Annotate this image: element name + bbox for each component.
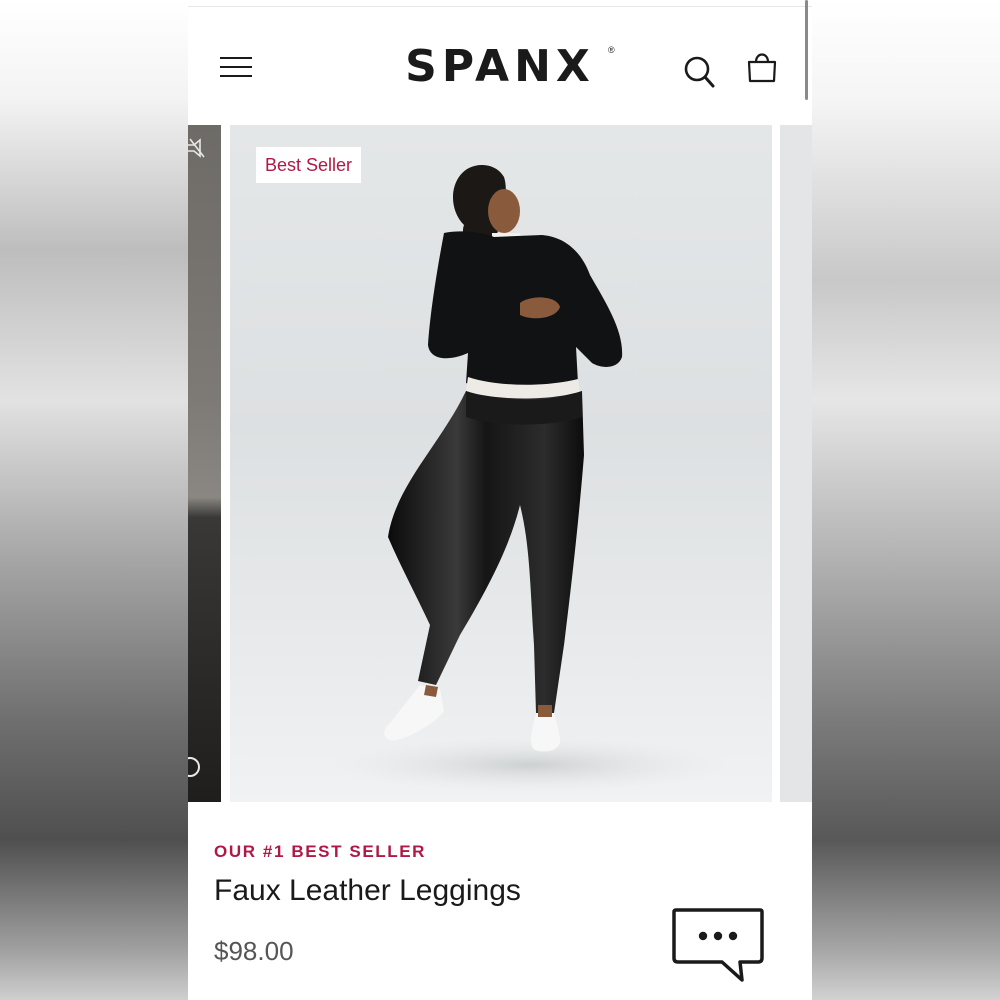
- best-seller-badge: Best Seller: [256, 147, 362, 183]
- product-price: $98.00: [214, 936, 294, 966]
- product-eyebrow: OUR #1 BEST SELLER: [214, 842, 427, 861]
- hamburger-menu-icon[interactable]: [218, 51, 254, 81]
- product-info: OUR #1 BEST SELLER Faux Leather Leggings…: [188, 802, 812, 1000]
- chat-bubble-icon[interactable]: [670, 906, 766, 984]
- product-photo: [330, 165, 730, 793]
- carousel-previous-slide[interactable]: [188, 125, 221, 802]
- search-icon[interactable]: [682, 53, 718, 93]
- background-right: [812, 0, 1000, 1000]
- carousel-next-slide[interactable]: [780, 125, 812, 802]
- mute-icon[interactable]: [188, 137, 206, 159]
- mobile-screen: SPANX ® Best Seller OUR #1 BEST SELLER F…: [188, 0, 812, 1000]
- background-left: [0, 0, 188, 1000]
- carousel-current-slide[interactable]: Best Seller: [230, 125, 772, 802]
- site-header: SPANX ®: [188, 7, 812, 125]
- spanx-logo[interactable]: SPANX: [388, 41, 612, 92]
- registered-mark: ®: [608, 45, 615, 55]
- video-control-icon[interactable]: [188, 757, 200, 777]
- product-title[interactable]: Faux Leather Leggings: [214, 874, 521, 908]
- shopping-bag-icon[interactable]: [744, 47, 780, 87]
- product-image-carousel[interactable]: Best Seller: [188, 125, 812, 802]
